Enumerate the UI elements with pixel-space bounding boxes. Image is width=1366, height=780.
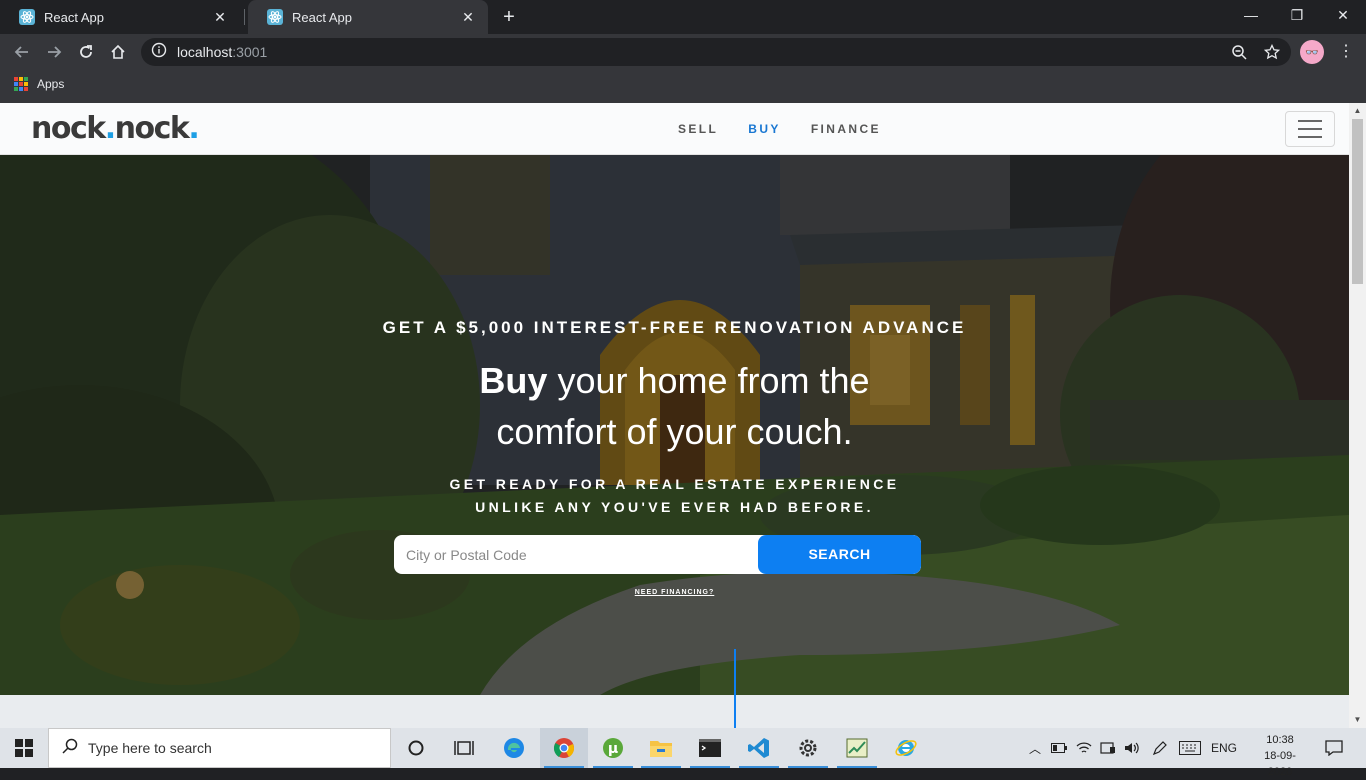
- file-explorer-icon[interactable]: [637, 728, 685, 768]
- nav-finance[interactable]: FINANCE: [811, 122, 881, 136]
- minimize-icon[interactable]: —: [1228, 0, 1274, 30]
- hamburger-menu-icon[interactable]: [1285, 111, 1335, 147]
- headline-line-2: comfort of your couch.: [496, 411, 853, 452]
- task-manager-icon[interactable]: [833, 728, 881, 768]
- nav-buy[interactable]: BUY: [748, 122, 781, 136]
- browser-tab[interactable]: React App ✕: [0, 0, 240, 34]
- pen-workspace-icon[interactable]: [1148, 728, 1172, 768]
- clock-date: 18-09-2020: [1264, 750, 1296, 778]
- scroll-indicator-line: [734, 649, 736, 728]
- react-favicon-icon: [266, 8, 284, 26]
- city-postal-input[interactable]: [394, 535, 758, 574]
- browser-toolbar: localhost:3001 👓 ⋮: [0, 34, 1366, 70]
- volume-icon[interactable]: [1120, 728, 1144, 768]
- taskbar-clock[interactable]: 10:38 18-09-2020: [1252, 732, 1308, 780]
- tab-title: React App: [292, 9, 352, 25]
- bookmarks-bar: Apps: [0, 70, 1366, 103]
- site-info-icon[interactable]: [151, 42, 167, 63]
- windows-taskbar: Type here to search µ ︿ ENG 10:38 18-09-…: [0, 728, 1366, 778]
- react-favicon-icon: [18, 8, 36, 26]
- address-host: localhost: [177, 44, 233, 60]
- new-tab-plus-icon[interactable]: +: [497, 5, 521, 29]
- apps-shortcut[interactable]: Apps: [14, 77, 64, 91]
- touch-keyboard-icon[interactable]: [1176, 728, 1204, 768]
- taskbar-search-placeholder: Type here to search: [88, 740, 212, 756]
- search-button[interactable]: SEARCH: [758, 535, 921, 574]
- subline-1: GET READY FOR A REAL ESTATE EXPERIENCE: [449, 476, 900, 492]
- utorrent-icon[interactable]: µ: [589, 728, 637, 768]
- reload-icon[interactable]: [74, 40, 98, 64]
- address-port: :3001: [232, 44, 268, 60]
- clock-time: 10:38: [1266, 734, 1294, 746]
- forward-arrow-icon[interactable]: [42, 40, 66, 64]
- windows-start-icon[interactable]: [0, 728, 48, 768]
- hero-section: GET A $5,000 INTEREST-FREE RENOVATION AD…: [0, 155, 1349, 695]
- location-search-bar: SEARCH: [394, 535, 921, 574]
- wifi-icon[interactable]: [1072, 728, 1096, 768]
- page-viewport: nock.nock. SELL BUY FINANCE GET A $5,000…: [0, 103, 1366, 728]
- taskbar-search-box[interactable]: Type here to search: [48, 728, 391, 768]
- hero-headline: Buy your home from the comfort of your c…: [0, 355, 1349, 457]
- nocknock-logo[interactable]: nock.nock.: [31, 111, 200, 146]
- bookmark-star-icon[interactable]: [1262, 42, 1282, 62]
- profile-avatar[interactable]: 👓: [1300, 40, 1324, 64]
- logo-text-2: nock: [114, 111, 190, 146]
- tab-close-icon[interactable]: ✕: [210, 7, 230, 27]
- scrollbar-thumb[interactable]: [1352, 119, 1363, 284]
- subline-2: UNLIKE ANY YOU'VE EVER HAD BEFORE.: [475, 499, 874, 515]
- home-icon[interactable]: [106, 40, 130, 64]
- apps-label: Apps: [37, 77, 65, 91]
- svg-text:µ: µ: [608, 741, 618, 757]
- logo-text-1: nock: [31, 111, 106, 146]
- notification-center-icon[interactable]: [1318, 728, 1350, 768]
- tray-chevron-up-icon[interactable]: ︿: [1024, 728, 1046, 768]
- logo-dot: .: [188, 111, 199, 146]
- headline-line-1: your home from the: [547, 360, 870, 401]
- task-view-icon[interactable]: [440, 728, 488, 768]
- headline-bold: Buy: [479, 360, 548, 401]
- apps-grid-icon: [14, 77, 28, 91]
- browser-tab-strip: React App ✕ React App ✕ + — ❐ ✕: [0, 0, 1366, 34]
- browser-tab-active[interactable]: React App ✕: [248, 0, 488, 34]
- nav-sell[interactable]: SELL: [678, 122, 718, 136]
- chrome-taskbar-icon[interactable]: [540, 728, 588, 768]
- scroll-down-icon[interactable]: ▼: [1349, 712, 1366, 728]
- scroll-up-icon[interactable]: ▲: [1349, 103, 1366, 119]
- internet-explorer-icon[interactable]: [882, 728, 930, 768]
- back-arrow-icon[interactable]: [10, 40, 34, 64]
- vscode-icon[interactable]: [735, 728, 783, 768]
- terminal-icon[interactable]: [686, 728, 734, 768]
- tab-divider: [244, 9, 245, 25]
- window-close-icon[interactable]: ✕: [1320, 0, 1366, 30]
- browser-menu-icon[interactable]: ⋮: [1336, 40, 1356, 64]
- tab-close-icon[interactable]: ✕: [458, 7, 478, 27]
- input-language[interactable]: ENG: [1206, 728, 1242, 768]
- address-bar[interactable]: localhost:3001: [141, 38, 1291, 66]
- site-nav: SELL BUY FINANCE: [678, 122, 881, 136]
- site-header: nock.nock. SELL BUY FINANCE: [0, 103, 1349, 155]
- settings-gear-icon[interactable]: [784, 728, 832, 768]
- battery-icon[interactable]: [1048, 728, 1070, 768]
- restore-icon[interactable]: ❐: [1274, 0, 1320, 30]
- edge-icon[interactable]: [490, 728, 538, 768]
- hero-subline: GET READY FOR A REAL ESTATE EXPERIENCE U…: [0, 473, 1349, 519]
- zoom-icon[interactable]: [1229, 42, 1249, 62]
- search-icon: [62, 738, 78, 759]
- need-financing-link[interactable]: NEED FINANCING?: [0, 589, 1349, 596]
- hero-kicker: GET A $5,000 INTEREST-FREE RENOVATION AD…: [382, 318, 967, 337]
- network-shield-icon[interactable]: [1096, 728, 1120, 768]
- cortana-icon[interactable]: [392, 728, 440, 768]
- page-scrollbar[interactable]: ▲ ▼: [1349, 103, 1366, 728]
- logo-dot: .: [104, 111, 116, 146]
- tab-title: React App: [44, 9, 104, 25]
